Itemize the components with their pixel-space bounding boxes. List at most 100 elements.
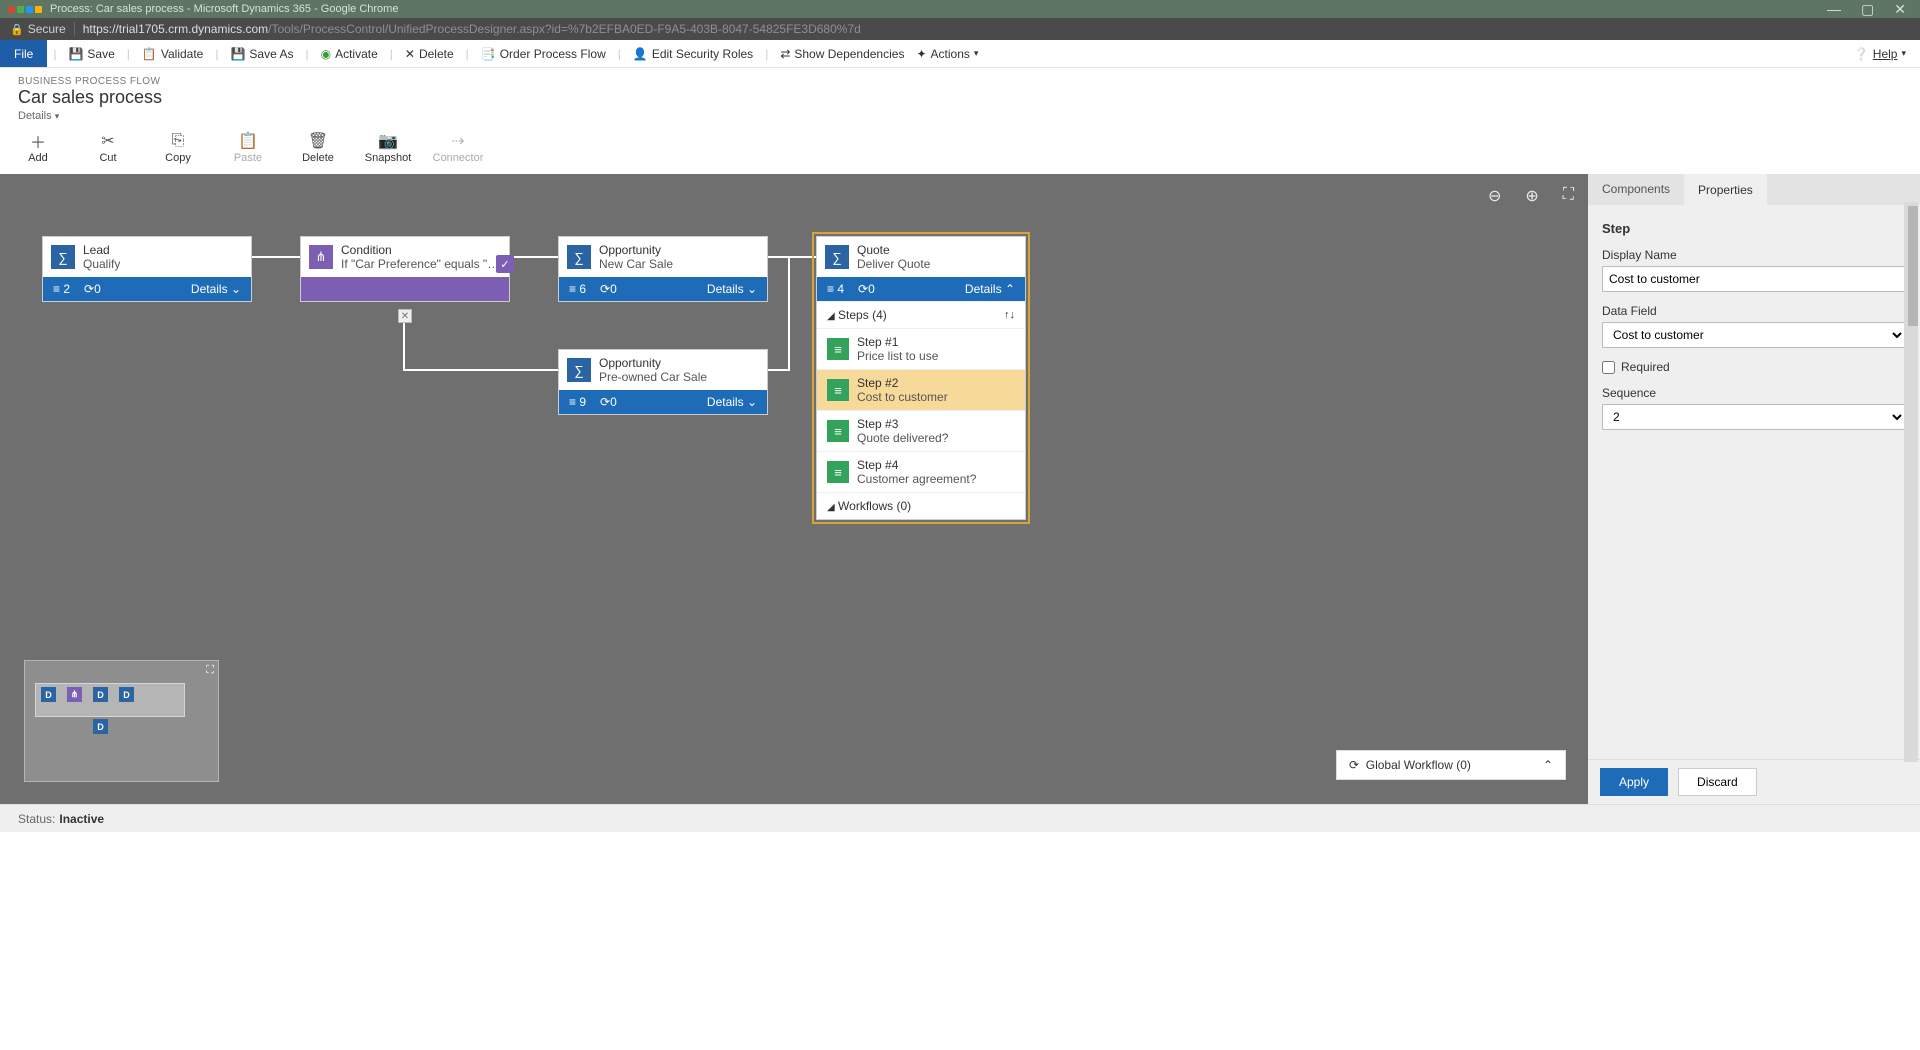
menu-bar: File | 💾Save | 📋Validate | 💾Save As | ◉A… (0, 40, 1920, 68)
data-field-select[interactable]: Cost to customer (1602, 322, 1906, 348)
minimap[interactable]: ⛶ D ⋔ D D D (24, 660, 219, 782)
status-value: Inactive (59, 812, 104, 826)
list-icon: ≡ 4 (827, 282, 844, 296)
workflows-section-header[interactable]: ◢ Workflows (0) (817, 492, 1025, 519)
required-checkbox[interactable] (1602, 361, 1615, 374)
menu-actions[interactable]: ✦Actions▾ (916, 47, 978, 61)
menu-order-process-flow[interactable]: 📑Order Process Flow (481, 47, 606, 61)
condition-icon: ⋔ (309, 245, 333, 269)
paste-icon: 📋 (238, 130, 258, 152)
menu-save-as[interactable]: 💾Save As (230, 47, 293, 61)
menu-validate[interactable]: 📋Validate (142, 47, 203, 61)
stage-opportunity-new[interactable]: ∑ OpportunityNew Car Sale ≡ 6⟳0 Details … (558, 236, 768, 302)
details-toggle[interactable]: Details ⌄ (707, 395, 757, 409)
steps-section-header[interactable]: ◢ Steps (4) ↑↓ (817, 301, 1025, 328)
window-title: Process: Car sales process - Microsoft D… (50, 3, 1827, 15)
step-item[interactable]: ≡ Step #1Price list to use (817, 328, 1025, 369)
cut-icon: ✂ (101, 130, 114, 152)
stage-icon: ∑ (567, 358, 591, 382)
toolbar-delete[interactable]: 🗑Delete (298, 130, 338, 164)
canvas-tools: ⊖ ⊕ ⛶ (1488, 186, 1574, 206)
order-icon: 📑 (481, 47, 496, 61)
details-toggle[interactable]: Details ⌃ (965, 282, 1015, 296)
process-canvas[interactable]: ⊖ ⊕ ⛶ ∑ LeadQualify ≡ 2⟳0 Details ⌄ ⋔ (0, 174, 1588, 804)
details-toggle[interactable]: Details ▾ (18, 110, 1902, 122)
status-label: Status: (18, 812, 55, 826)
check-icon: ✓ (496, 255, 514, 273)
step-item-selected[interactable]: ≡ Step #2Cost to customer (817, 369, 1025, 410)
apply-button[interactable]: Apply (1600, 768, 1668, 796)
stage-icon: ∑ (51, 245, 75, 269)
fit-screen-icon[interactable]: ⛶ (1563, 186, 1574, 206)
list-icon: ≡ 9 (569, 395, 586, 409)
toolbar-add[interactable]: ＋Add (18, 130, 58, 164)
reorder-arrows-icon[interactable]: ↑↓ (1004, 309, 1015, 321)
delete-icon: ✕ (405, 47, 415, 61)
menu-help[interactable]: ❔Help▾ (1854, 47, 1906, 61)
actions-icon: ✦ (916, 47, 926, 61)
toolbar-cut[interactable]: ✂Cut (88, 130, 128, 164)
data-field-label: Data Field (1602, 304, 1906, 318)
connector-icon: ⇢ (451, 130, 464, 152)
chevron-up-icon: ⌃ (1005, 282, 1015, 296)
menu-delete[interactable]: ✕Delete (405, 47, 454, 61)
zoom-out-icon[interactable]: ⊖ (1488, 186, 1501, 206)
refresh-icon: ⟳0 (600, 395, 617, 409)
refresh-icon: ⟳0 (858, 282, 875, 296)
triangle-icon: ◢ (827, 502, 835, 513)
tab-components[interactable]: Components (1588, 174, 1684, 205)
display-name-label: Display Name (1602, 248, 1906, 262)
connector-line (788, 256, 790, 371)
menu-save[interactable]: 💾Save (68, 47, 114, 61)
activate-icon: ◉ (321, 47, 331, 61)
minimize-icon[interactable]: — (1827, 1, 1841, 18)
triangle-icon: ◢ (827, 311, 835, 322)
properties-section-title: Step (1602, 221, 1906, 236)
tab-properties[interactable]: Properties (1684, 174, 1767, 205)
sequence-select[interactable]: 2 (1602, 404, 1906, 430)
menu-file[interactable]: File (0, 40, 47, 67)
breadcrumb: BUSINESS PROCESS FLOW (18, 76, 1902, 87)
maximize-icon[interactable]: ▢ (1861, 1, 1874, 18)
step-item[interactable]: ≡ Step #3Quote delivered? (817, 410, 1025, 451)
trash-icon: 🗑 (308, 130, 328, 152)
details-toggle[interactable]: Details ⌄ (707, 282, 757, 296)
step-item[interactable]: ≡ Step #4Customer agreement? (817, 451, 1025, 492)
step-icon: ≡ (827, 338, 849, 360)
status-bar: Status: Inactive (0, 804, 1920, 832)
chevron-down-icon: ▾ (55, 111, 60, 121)
discard-button[interactable]: Discard (1678, 768, 1757, 796)
refresh-icon: ⟳0 (84, 282, 101, 296)
list-icon: ≡ 6 (569, 282, 586, 296)
connector-line (768, 256, 816, 258)
display-name-input[interactable] (1602, 266, 1906, 292)
scrollbar-thumb[interactable] (1908, 206, 1918, 326)
global-workflow-bar[interactable]: ⟳ Global Workflow (0) ⌃ (1336, 750, 1566, 780)
connector-line (403, 319, 405, 371)
menu-show-dependencies[interactable]: ⇄Show Dependencies (780, 47, 904, 61)
copy-icon: ⎘ (172, 130, 185, 152)
details-toggle[interactable]: Details ⌄ (191, 282, 241, 296)
chevron-down-icon: ⌄ (747, 395, 757, 409)
list-icon: ≡ 2 (53, 282, 70, 296)
menu-activate[interactable]: ◉Activate (321, 47, 378, 61)
toolbar-copy[interactable]: ⎘Copy (158, 130, 198, 164)
close-branch-icon[interactable]: ✕ (398, 309, 412, 323)
app-icon (8, 6, 42, 13)
stage-opportunity-preowned[interactable]: ∑ OpportunityPre-owned Car Sale ≡ 9⟳0 De… (558, 349, 768, 415)
stage-quote[interactable]: ∑ QuoteDeliver Quote ≡ 4⟳0 Details ⌃ ◢ S… (816, 236, 1026, 520)
expand-icon[interactable]: ⛶ (206, 664, 214, 677)
toolbar: ＋Add ✂Cut ⎘Copy 📋Paste 🗑Delete 📷Snapshot… (0, 124, 1920, 174)
zoom-in-icon[interactable]: ⊕ (1525, 186, 1538, 206)
toolbar-snapshot[interactable]: 📷Snapshot (368, 130, 408, 164)
connector-line (510, 256, 558, 258)
close-icon[interactable]: ✕ (1894, 1, 1906, 18)
url-display[interactable]: https://trial1705.crm.dynamics.com/Tools… (83, 22, 861, 36)
stage-icon: ∑ (825, 245, 849, 269)
save-as-icon: 💾 (230, 47, 245, 61)
toolbar-connector: ⇢Connector (438, 130, 478, 164)
connector-line (768, 369, 790, 371)
menu-edit-security-roles[interactable]: 👤Edit Security Roles (633, 47, 753, 61)
stage-lead[interactable]: ∑ LeadQualify ≡ 2⟳0 Details ⌄ (42, 236, 252, 302)
stage-condition[interactable]: ⋔ ConditionIf "Car Preference" equals "N… (300, 236, 510, 302)
